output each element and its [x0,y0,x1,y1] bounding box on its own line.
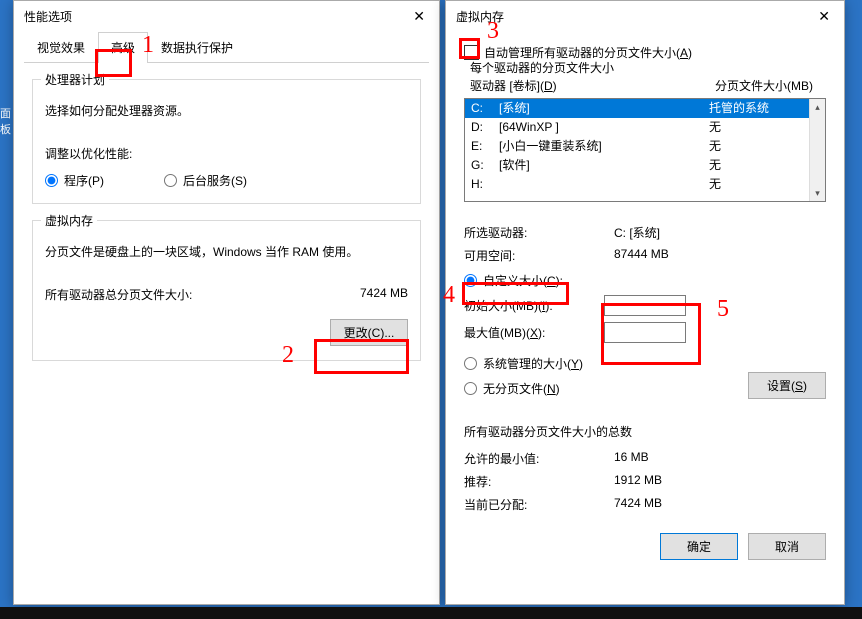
tab-visual-effects[interactable]: 视觉效果 [24,32,98,63]
drive-paging-size: 无 [709,176,721,193]
vm-desc: 分页文件是硬盘上的一块区域，Windows 当作 RAM 使用。 [45,243,408,260]
cancel-button[interactable]: 取消 [748,533,826,560]
initial-size-label: 初始大小(MB)(I): [464,297,604,314]
selected-drive-label: 所选驱动器: [464,224,614,241]
drive-paging-size: 无 [709,157,721,174]
drive-row[interactable]: D:[64WinXP ]无 [465,118,825,137]
drive-paging-size: 无 [709,138,721,155]
radio-custom-input[interactable] [464,274,477,287]
drive-row[interactable]: G:[软件]无 [465,156,825,175]
available-space-value: 87444 MB [614,247,669,264]
scroll-up-icon[interactable]: ▴ [810,99,825,115]
group-title: 虚拟内存 [41,212,97,229]
selected-drive-value: C: [系统] [614,224,660,241]
radio-none-label: 无分页文件(N) [483,380,560,397]
radio-programs[interactable]: 程序(P) [45,172,104,189]
radio-custom-size[interactable]: 自定义大小(C): [464,272,826,289]
drive-row[interactable]: E:[小白一键重装系统]无 [465,137,825,156]
radio-custom-label: 自定义大小(C): [483,272,563,289]
tab-strip: 视觉效果 高级 数据执行保护 [24,31,429,63]
radio-system-label: 系统管理的大小(Y) [483,355,583,372]
close-icon[interactable]: ✕ [810,8,838,25]
available-space-label: 可用空间: [464,247,614,264]
dialog-title: 虚拟内存 [456,8,810,25]
radio-background-services[interactable]: 后台服务(S) [164,172,247,189]
radio-bg-input[interactable] [164,174,177,187]
radio-system-input[interactable] [464,357,477,370]
drive-label: [小白一键重装系统] [499,138,709,155]
scrollbar[interactable]: ▴ ▾ [809,99,825,201]
drive-list[interactable]: C:[系统]托管的系统D:[64WinXP ]无E:[小白一键重装系统]无G:[… [464,98,826,202]
vm-total-value: 7424 MB [360,286,408,303]
taskbar[interactable] [0,607,862,619]
close-icon[interactable]: ✕ [405,8,433,25]
change-button[interactable]: 更改(C)... [330,319,408,346]
group-processor-scheduling: 处理器计划 选择如何分配处理器资源。 调整以优化性能: 程序(P) 后台服务(S… [32,79,421,204]
group-title: 处理器计划 [41,71,109,88]
recommended-label: 推荐: [464,473,614,490]
drive-label [499,176,709,193]
min-label: 允许的最小值: [464,450,614,467]
current-value: 7424 MB [614,496,662,513]
totals-title: 所有驱动器分页文件大小的总数 [464,423,826,440]
drive-row[interactable]: H: 无 [465,175,825,194]
adjust-label: 调整以优化性能: [45,145,408,162]
proc-desc: 选择如何分配处理器资源。 [45,102,408,119]
titlebar[interactable]: 性能选项 ✕ [14,1,439,31]
drive-label: [系统] [499,100,709,117]
performance-options-dialog: 性能选项 ✕ 视觉效果 高级 数据执行保护 处理器计划 选择如何分配处理器资源。… [13,0,440,605]
tab-advanced[interactable]: 高级 [98,32,148,63]
min-value: 16 MB [614,450,649,467]
ok-button[interactable]: 确定 [660,533,738,560]
titlebar[interactable]: 虚拟内存 ✕ [446,1,844,31]
recommended-value: 1912 MB [614,473,662,490]
drive-letter: D: [471,119,499,136]
radio-system-managed[interactable]: 系统管理的大小(Y) [464,355,826,372]
drive-paging-size: 无 [709,119,721,136]
col-paging: 分页文件大小(MB) [715,77,813,94]
group-virtual-memory: 虚拟内存 分页文件是硬盘上的一块区域，Windows 当作 RAM 使用。 所有… [32,220,421,361]
current-label: 当前已分配: [464,496,614,513]
radio-bg-label: 后台服务(S) [183,172,247,189]
checkbox-icon[interactable] [464,45,479,60]
radio-no-paging[interactable]: 无分页文件(N) [464,380,748,397]
drive-letter: G: [471,157,499,174]
set-button[interactable]: 设置(S) [748,372,826,399]
drive-row[interactable]: C:[系统]托管的系统 [465,99,825,118]
initial-size-input[interactable] [604,295,686,316]
drive-letter: E: [471,138,499,155]
tab-dep[interactable]: 数据执行保护 [148,32,246,63]
col-drive: 驱动器 [卷标](D) [470,77,715,94]
drive-label: [软件] [499,157,709,174]
per-drive-label: 每个驱动器的分页文件大小 [470,59,614,76]
drive-letter: H: [471,176,499,193]
drive-label: [64WinXP ] [499,119,709,136]
max-size-label: 最大值(MB)(X): [464,324,604,341]
drive-paging-size: 托管的系统 [709,100,769,117]
virtual-memory-dialog: 虚拟内存 ✕ 自动管理所有驱动器的分页文件大小(A) 每个驱动器的分页文件大小 … [445,0,845,605]
radio-programs-input[interactable] [45,174,58,187]
drive-letter: C: [471,100,499,117]
dialog-title: 性能选项 [24,8,405,25]
vm-total-label: 所有驱动器总分页文件大小: [45,286,360,303]
radio-none-input[interactable] [464,382,477,395]
max-size-input[interactable] [604,322,686,343]
radio-programs-label: 程序(P) [64,172,104,189]
scroll-down-icon[interactable]: ▾ [810,185,825,201]
